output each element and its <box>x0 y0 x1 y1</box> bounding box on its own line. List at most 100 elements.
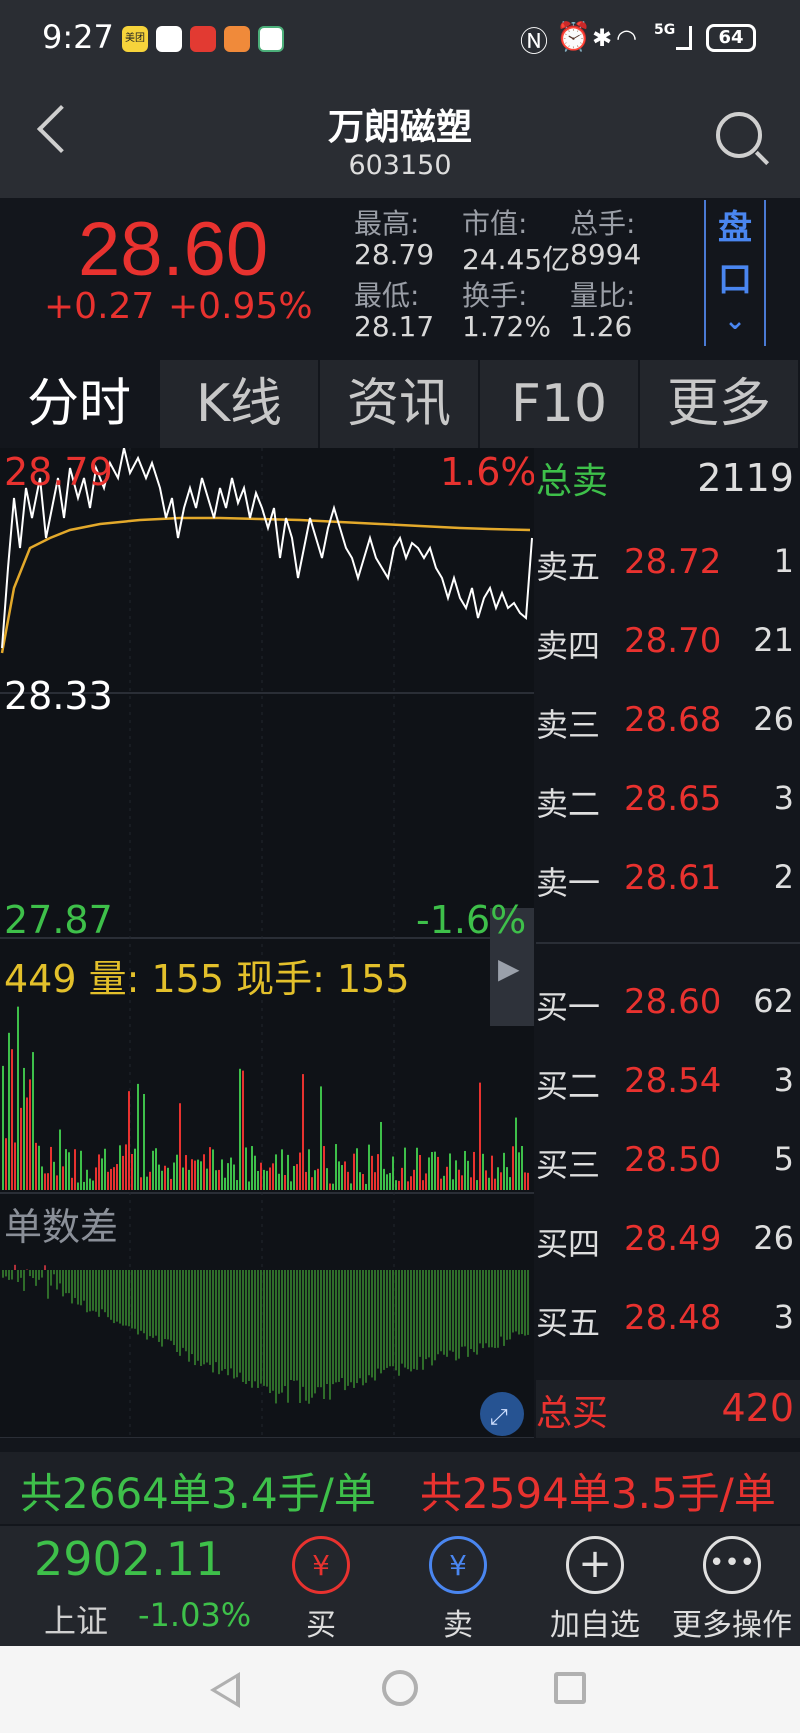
volume-bar <box>143 1093 145 1190</box>
sell-row-4[interactable]: 卖四 28.70 21 <box>536 621 800 701</box>
volume-bar <box>461 1175 463 1190</box>
tab-kline[interactable]: K线 <box>160 360 320 448</box>
volume-bar <box>80 1150 82 1190</box>
volume-bar <box>446 1166 448 1190</box>
nav-back-icon[interactable] <box>210 1672 240 1708</box>
volume-bar <box>344 1161 346 1190</box>
nav-recent-icon[interactable] <box>554 1672 586 1704</box>
sell-row-1[interactable]: 卖一 28.61 2 <box>536 858 800 938</box>
indicator-bar <box>236 1270 238 1378</box>
volume-bar <box>395 1180 397 1190</box>
sell-row-2[interactable]: 卖二 28.65 3 <box>536 779 800 859</box>
tab-news[interactable]: 资讯 <box>320 360 480 448</box>
indicator-bar <box>332 1270 334 1385</box>
indicator-bar <box>527 1270 529 1335</box>
volume-bar <box>32 1052 34 1190</box>
total-value: 8994 <box>570 238 642 271</box>
sell-label: 卖 <box>443 1608 473 1643</box>
price-change-pct: +0.95% <box>168 286 313 327</box>
volume-bar <box>437 1156 439 1190</box>
volume-bar <box>38 1145 40 1190</box>
tab-more[interactable]: 更多 <box>640 360 800 448</box>
volume-bar <box>2 1065 4 1190</box>
indicator-bar <box>23 1270 25 1291</box>
volume-bar <box>527 1172 529 1190</box>
pankou-toggle-button[interactable]: 盘 口 ⌄ <box>704 200 766 346</box>
volume-bar <box>389 1172 391 1190</box>
sell-row-5[interactable]: 卖五 28.72 1 <box>536 542 800 622</box>
indicator-bar <box>86 1270 88 1313</box>
indicator-bar <box>113 1270 115 1324</box>
volume-bar <box>101 1158 103 1190</box>
volume-bar <box>275 1154 277 1190</box>
search-icon[interactable] <box>716 112 762 158</box>
buy-row-2[interactable]: 买二 28.54 3 <box>536 1061 800 1141</box>
ob-name: 卖一 <box>536 864 601 902</box>
volume-bar <box>68 1152 70 1190</box>
volume-bar <box>269 1167 271 1190</box>
intraday-chart[interactable]: ▶ ⤢ <box>0 448 534 1438</box>
volume-bar <box>314 1170 316 1190</box>
buy-total-label: 总买 <box>536 1393 609 1434</box>
buy-row-3[interactable]: 买三 28.50 5 <box>536 1140 800 1220</box>
volume-bar <box>191 1159 193 1190</box>
volume-bar <box>443 1175 445 1190</box>
volume-bar <box>299 1152 301 1190</box>
buy-button[interactable]: ¥ 买 <box>256 1530 386 1643</box>
wifi-icon: ◠ <box>616 24 637 52</box>
indicator-bar <box>281 1270 283 1393</box>
sell-button[interactable]: ¥ 卖 <box>393 1530 523 1643</box>
tab-f10[interactable]: F10 <box>480 360 640 448</box>
volume-bar <box>44 1173 46 1190</box>
indicator-bar <box>341 1270 343 1379</box>
volume-bar <box>425 1173 427 1190</box>
ob-name: 卖四 <box>536 627 601 665</box>
volume-bar <box>410 1176 412 1190</box>
indicator-bar <box>269 1270 271 1394</box>
volume-bar <box>401 1167 403 1190</box>
volume-bar <box>224 1177 226 1190</box>
sell-row-3[interactable]: 卖三 28.68 26 <box>536 700 800 780</box>
buy-row-5[interactable]: 买五 28.48 3 <box>536 1298 800 1378</box>
indicator-bar <box>371 1270 373 1378</box>
indicator-bar <box>131 1270 133 1329</box>
volume-bar <box>503 1152 505 1190</box>
indicator-bar <box>479 1270 481 1344</box>
volume-bar <box>221 1159 223 1190</box>
volume-bar <box>236 1180 238 1190</box>
indicator-bar <box>74 1270 76 1298</box>
indicator-bar <box>233 1270 235 1379</box>
indicator-bar <box>152 1270 154 1338</box>
volume-bar <box>215 1170 217 1190</box>
indicator-bar <box>146 1270 148 1340</box>
volume-bar <box>71 1177 73 1190</box>
indicator-bar <box>224 1270 226 1369</box>
indicator-bar <box>323 1270 325 1400</box>
indicator-bar <box>503 1270 505 1346</box>
volume-bar <box>122 1155 124 1190</box>
volume-bar <box>53 1161 55 1190</box>
add-watchlist-button[interactable]: + 加自选 <box>530 1530 660 1643</box>
indicator-bar <box>443 1270 445 1355</box>
nav-home-icon[interactable] <box>382 1670 418 1706</box>
indicator-bar <box>167 1270 169 1340</box>
low-label: 最低: <box>354 279 420 312</box>
volume-bar <box>107 1171 109 1190</box>
indicator-bar <box>260 1270 262 1384</box>
more-actions-button[interactable]: ••• 更多操作 <box>664 1530 800 1643</box>
buy-row-4[interactable]: 买四 28.49 26 <box>536 1219 800 1299</box>
volume-bar <box>422 1180 424 1190</box>
indicator-bar <box>356 1270 358 1384</box>
indicator-bar <box>125 1270 127 1326</box>
indicator-bar <box>458 1270 460 1359</box>
indicator-bar <box>287 1270 289 1403</box>
tab-bar: 分时 K线 资讯 F10 更多 <box>0 360 800 448</box>
volume-bar <box>56 1175 58 1190</box>
tab-intraday[interactable]: 分时 <box>0 360 160 448</box>
buy-row-1[interactable]: 买一 28.60 62 <box>536 982 800 1062</box>
indicator-bar <box>254 1270 256 1382</box>
volume-bar <box>518 1152 520 1190</box>
volume-bar <box>278 1173 280 1190</box>
ob-name: 卖五 <box>536 548 601 586</box>
mcap-value: 24.45亿 <box>462 243 571 276</box>
